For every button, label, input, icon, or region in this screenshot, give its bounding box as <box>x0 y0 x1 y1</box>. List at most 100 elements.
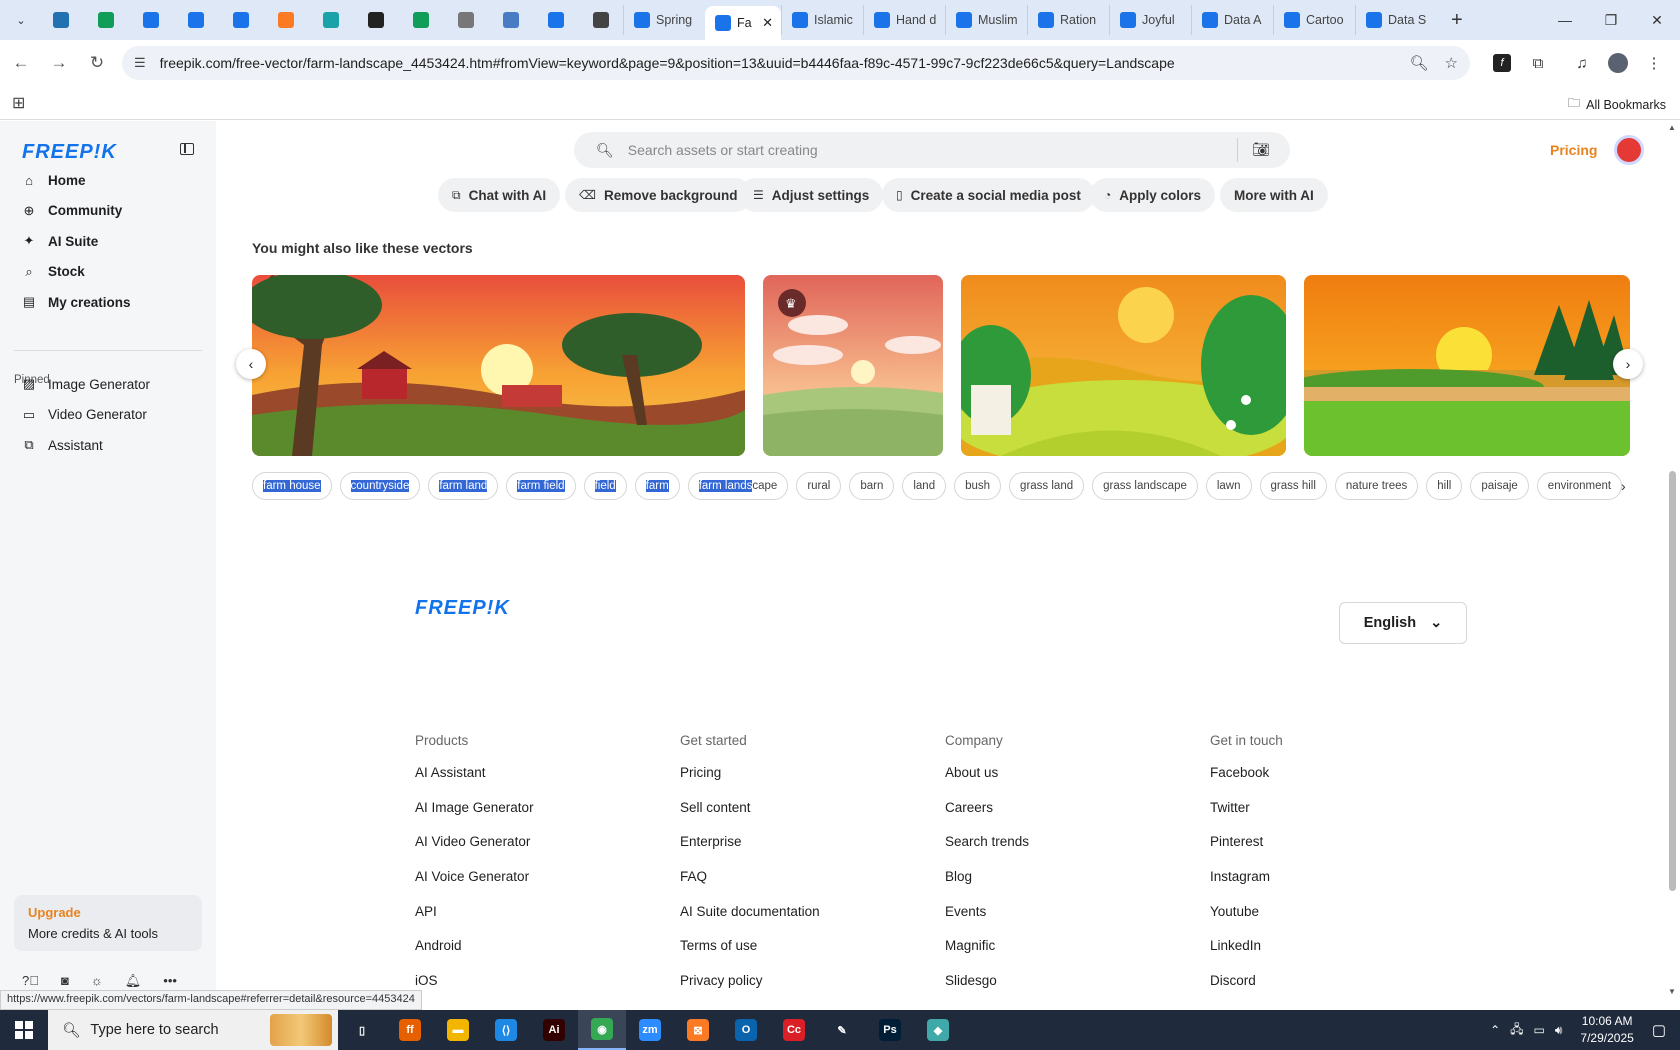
related-thumbnail-3[interactable] <box>961 275 1286 456</box>
taskbar-app[interactable]: ⟨⟩ <box>482 1010 530 1050</box>
footer-link[interactable]: AI Voice Generator <box>415 869 534 904</box>
footer-link[interactable]: iOS <box>415 973 534 1001</box>
profile-avatar-icon[interactable] <box>1600 46 1636 80</box>
related-thumbnail-2[interactable]: ♛ <box>763 275 943 456</box>
page-scrollbar[interactable]: ▲ ▼ <box>1664 121 1680 1001</box>
tag-chip[interactable]: paisaje <box>1470 472 1529 500</box>
tag-chip[interactable]: nature trees <box>1334 472 1419 500</box>
footer-link[interactable]: Magnific <box>945 938 1029 973</box>
footer-link[interactable]: AI Assistant <box>415 765 534 800</box>
ai-tool-button[interactable]: ▯ Create a social media post <box>882 178 1095 212</box>
tag-chip[interactable]: environment <box>1536 472 1623 500</box>
related-thumbnail-1[interactable] <box>252 275 745 456</box>
network-icon[interactable]: 🖧︎ <box>1510 1020 1523 1041</box>
browser-tab[interactable]: Hand d <box>863 5 945 35</box>
taskbar-app[interactable]: ▯ <box>338 1010 386 1050</box>
ai-tool-button[interactable]: ⧉ Chat with AI <box>438 178 561 212</box>
pinned-tab[interactable] <box>38 5 83 35</box>
tag-chip[interactable]: farm field <box>506 472 576 500</box>
close-tab-icon[interactable]: ✕ <box>762 15 773 31</box>
footer-link[interactable]: AI Image Generator <box>415 800 534 835</box>
footer-link[interactable]: Search trends <box>945 834 1029 869</box>
footer-link[interactable]: Terms of use <box>680 938 820 973</box>
pinned-item-video-generator[interactable]: ▭ Video Generator <box>14 400 204 430</box>
scroll-up-icon[interactable]: ▲ <box>1668 123 1676 132</box>
upgrade-card[interactable]: Upgrade More credits & AI tools <box>14 895 202 951</box>
taskbar-app[interactable]: Cc <box>770 1010 818 1050</box>
carousel-next-button[interactable]: › <box>1613 349 1643 379</box>
scroll-down-icon[interactable]: ▼ <box>1668 987 1676 996</box>
taskbar-app[interactable]: ▬ <box>434 1010 482 1050</box>
language-select[interactable]: English ⌄ <box>1339 602 1467 644</box>
taskbar-app[interactable]: zm <box>626 1010 674 1050</box>
tag-chip[interactable]: countryside <box>339 472 421 500</box>
pinned-tab[interactable] <box>128 5 173 35</box>
footer-link[interactable]: About us <box>945 765 1029 800</box>
taskbar-app[interactable]: O <box>722 1010 770 1050</box>
footer-link[interactable]: FAQ <box>680 869 820 904</box>
footer-link[interactable]: Instagram <box>1210 869 1283 904</box>
pinned-tab[interactable] <box>398 5 443 35</box>
footer-logo[interactable]: FREEP!K <box>415 597 510 620</box>
menu-kebab-icon[interactable]: ⋮ <box>1636 46 1672 80</box>
browser-tab[interactable]: Islamic <box>781 5 863 35</box>
footer-link[interactable]: LinkedIn <box>1210 938 1283 973</box>
minimize-icon[interactable]: — <box>1542 0 1588 40</box>
bookmark-star-icon[interactable]: ☆ <box>1445 54 1458 72</box>
taskbar-app[interactable]: ◉ <box>578 1010 626 1050</box>
pinned-tab[interactable] <box>488 5 533 35</box>
footer-link[interactable]: Android <box>415 938 534 973</box>
tag-chip[interactable]: rural <box>796 472 842 500</box>
browser-tab[interactable]: Spring <box>623 5 705 35</box>
tag-chip[interactable]: barn <box>849 472 895 500</box>
taskbar-app[interactable]: ✎ <box>818 1010 866 1050</box>
clock[interactable]: 10:06 AM 7/29/2025 <box>1580 1013 1633 1047</box>
forward-button[interactable]: → <box>42 46 76 80</box>
footer-link[interactable]: AI Video Generator <box>415 834 534 869</box>
related-thumbnail-4[interactable] <box>1304 275 1630 456</box>
pinned-item-image-generator[interactable]: ▨ Image Generator <box>14 369 204 399</box>
pinned-tab[interactable] <box>218 5 263 35</box>
pricing-link[interactable]: Pricing <box>1550 142 1597 158</box>
tag-chip[interactable]: lawn <box>1205 472 1252 500</box>
sidebar-item-ai-suite[interactable]: ✦ AI Suite <box>14 226 204 256</box>
tag-chip[interactable]: grass hill <box>1259 472 1327 500</box>
footer-link[interactable]: Youtube <box>1210 904 1283 939</box>
footer-link[interactable]: Facebook <box>1210 765 1283 800</box>
start-button[interactable] <box>0 1010 48 1050</box>
browser-tab[interactable]: Cartoo <box>1273 5 1355 35</box>
footer-link[interactable]: Pinterest <box>1210 834 1283 869</box>
footer-link[interactable]: Blog <box>945 869 1029 904</box>
sidebar-collapse-icon[interactable] <box>180 143 194 155</box>
pinned-tab[interactable] <box>353 5 398 35</box>
media-control-icon[interactable]: ♫ <box>1564 46 1600 80</box>
more-options-icon[interactable]: ••• <box>163 973 177 989</box>
pinned-tab[interactable] <box>533 5 578 35</box>
camera-search-icon[interactable]: 📷︎ <box>1252 141 1270 158</box>
sidebar-item-stock[interactable]: ⌕ Stock <box>14 257 204 287</box>
footer-link[interactable]: Twitter <box>1210 800 1283 835</box>
freepik-logo[interactable]: FREEP!K <box>22 141 117 164</box>
tag-chip[interactable]: land <box>902 472 947 500</box>
tray-chevron-icon[interactable]: ⌃ <box>1490 1023 1500 1037</box>
notification-bell-icon[interactable]: 🔔︎ <box>125 973 142 989</box>
taskbar-app[interactable]: Ai <box>530 1010 578 1050</box>
display-icon[interactable]: ▭ <box>1534 1023 1545 1037</box>
pinned-tab[interactable] <box>308 5 353 35</box>
footer-link[interactable]: Discord <box>1210 973 1283 1001</box>
site-settings-icon[interactable]: ☰ <box>134 55 146 71</box>
taskbar-app[interactable]: ⊠ <box>674 1010 722 1050</box>
sidebar-item-my-creations[interactable]: ▤ My creations <box>14 287 204 317</box>
restore-icon[interactable]: ❐ <box>1588 0 1634 40</box>
apps-grid-icon[interactable]: ⊞ <box>12 93 25 113</box>
sidebar-item-community[interactable]: ⊕ Community <box>14 196 204 226</box>
footer-link[interactable]: Sell content <box>680 800 820 835</box>
tag-chip[interactable]: grass land <box>1009 472 1085 500</box>
all-bookmarks-button[interactable]: 🗀 All Bookmarks <box>1568 94 1666 115</box>
pinned-tab[interactable] <box>443 5 488 35</box>
footer-link[interactable]: AI Suite documentation <box>680 904 820 939</box>
pinned-tab[interactable] <box>173 5 218 35</box>
tag-chip[interactable]: farm <box>634 472 680 500</box>
scrollbar-thumb[interactable] <box>1669 471 1676 891</box>
tag-chip[interactable]: farm land <box>428 472 499 500</box>
